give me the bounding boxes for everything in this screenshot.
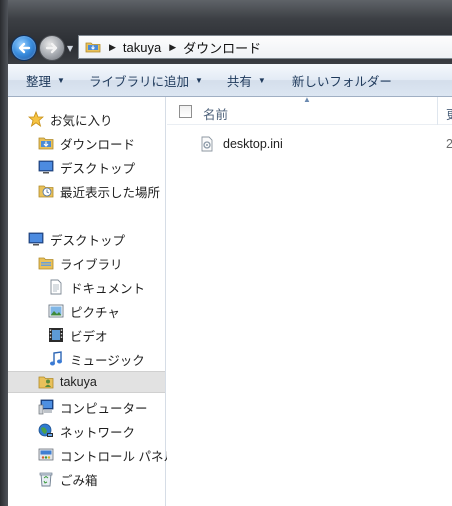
nav-network[interactable]: ネットワーク <box>38 420 135 442</box>
recycle-bin-icon <box>39 472 53 487</box>
nav-desktop-root-label: デスクトップ <box>50 233 126 248</box>
navigation-pane: お気に入り ダウンロード デスクトップ 最近表示した場所 デスクトップ ライブラ… <box>8 97 176 506</box>
new-folder-button[interactable]: 新しいフォルダー <box>276 68 402 92</box>
settings-file-icon <box>201 136 213 152</box>
document-icon <box>50 279 62 295</box>
star-icon <box>28 111 44 127</box>
back-button[interactable] <box>11 35 37 61</box>
breadcrumb-separator-icon[interactable]: ▶ <box>109 42 116 53</box>
column-header-date-modified[interactable]: 更 <box>446 104 452 123</box>
nav-recycle-bin[interactable]: ごみ箱 <box>38 468 98 490</box>
nav-favorites-label: お気に入り <box>50 113 113 128</box>
command-bar: 整理 ▼ ライブラリに追加 ▼ 共有 ▼ 新しいフォルダー <box>8 64 452 97</box>
desktop-icon <box>38 160 54 174</box>
nav-videos-label: ビデオ <box>70 329 108 344</box>
nav-computer[interactable]: コンピューター <box>38 396 148 418</box>
add-to-library-button[interactable]: ライブラリに追加 ▼ <box>75 68 213 92</box>
forward-button[interactable] <box>39 35 65 61</box>
address-bar[interactable]: ▶ takuya ▶ ダウンロード <box>78 35 452 59</box>
nav-user-folder-label: takuya <box>60 375 97 389</box>
chevron-down-icon: ▼ <box>57 75 65 85</box>
nav-music-label: ミュージック <box>70 353 145 368</box>
nav-documents-label: ドキュメント <box>70 281 146 296</box>
new-folder-label: 新しいフォルダー <box>291 74 392 89</box>
window-chrome: ▼ ▶ takuya ▶ ダウンロード <box>0 0 452 64</box>
nav-desktop-favorite[interactable]: デスクトップ <box>38 156 135 178</box>
breadcrumb-user[interactable]: takuya <box>123 40 161 55</box>
video-icon <box>49 328 63 342</box>
window-frame-left <box>0 0 8 506</box>
breadcrumb-separator-icon[interactable]: ▶ <box>169 42 176 53</box>
nav-pictures-label: ピクチャ <box>70 305 120 320</box>
folder-icon <box>85 42 101 53</box>
add-to-library-label: ライブラリに追加 <box>88 74 189 89</box>
organize-button[interactable]: 整理 ▼ <box>8 68 75 92</box>
nav-documents[interactable]: ドキュメント <box>48 276 145 298</box>
user-folder-icon <box>38 376 54 389</box>
nav-libraries[interactable]: ライブラリ <box>38 252 123 274</box>
nav-recent-places[interactable]: 最近表示した場所 <box>38 180 160 202</box>
back-arrow-icon <box>18 42 31 54</box>
column-divider[interactable] <box>437 97 438 125</box>
network-globe-icon <box>38 423 53 437</box>
nav-network-label: ネットワーク <box>60 425 136 440</box>
nav-desktop-favorite-label: デスクトップ <box>60 161 136 176</box>
forward-arrow-icon <box>45 42 58 54</box>
computer-icon <box>38 399 54 415</box>
recent-pages-dropdown[interactable]: ▼ <box>67 45 75 53</box>
file-name: desktop.ini <box>223 137 283 151</box>
nav-computer-label: コンピューター <box>60 401 148 416</box>
nav-downloads-label: ダウンロード <box>60 137 136 152</box>
nav-recycle-bin-label: ごみ箱 <box>60 473 98 488</box>
organize-label: 整理 <box>26 74 52 89</box>
breadcrumb-downloads[interactable]: ダウンロード <box>183 38 261 57</box>
nav-favorites[interactable]: お気に入り <box>28 108 113 130</box>
share-button[interactable]: 共有 ▼ <box>213 68 276 92</box>
nav-pictures[interactable]: ピクチャ <box>48 300 120 322</box>
file-row[interactable]: desktop.ini 2 <box>195 133 452 155</box>
nav-control-panel[interactable]: コントロール パネル <box>38 444 176 466</box>
select-all-checkbox[interactable] <box>179 105 192 118</box>
file-list-pane: 名前 ▲ 更 desktop.ini 2 <box>167 95 452 506</box>
share-label: 共有 <box>226 74 252 89</box>
nav-control-panel-label: コントロール パネル <box>60 449 176 464</box>
nav-downloads[interactable]: ダウンロード <box>38 132 135 154</box>
column-header-row: 名前 ▲ 更 <box>167 95 452 125</box>
nav-user-folder[interactable]: takuya <box>8 371 165 393</box>
nav-music[interactable]: ミュージック <box>48 348 145 370</box>
desktop-icon <box>28 232 44 246</box>
recent-places-icon <box>38 185 54 198</box>
nav-videos[interactable]: ビデオ <box>48 324 108 346</box>
library-icon <box>38 257 54 270</box>
column-header-name[interactable]: 名前 <box>203 104 228 123</box>
chevron-down-icon: ▼ <box>194 75 203 85</box>
sort-ascending-icon: ▲ <box>303 95 311 104</box>
file-date-modified: 2 <box>446 137 452 151</box>
nav-libraries-label: ライブラリ <box>60 257 123 272</box>
nav-desktop-root[interactable]: デスクトップ <box>28 228 125 250</box>
downloads-folder-icon <box>38 137 54 150</box>
music-note-icon <box>50 351 62 366</box>
nav-recent-places-label: 最近表示した場所 <box>60 185 161 200</box>
chevron-down-icon: ▼ <box>257 75 266 85</box>
control-panel-icon <box>38 448 54 461</box>
pictures-icon <box>48 304 64 318</box>
